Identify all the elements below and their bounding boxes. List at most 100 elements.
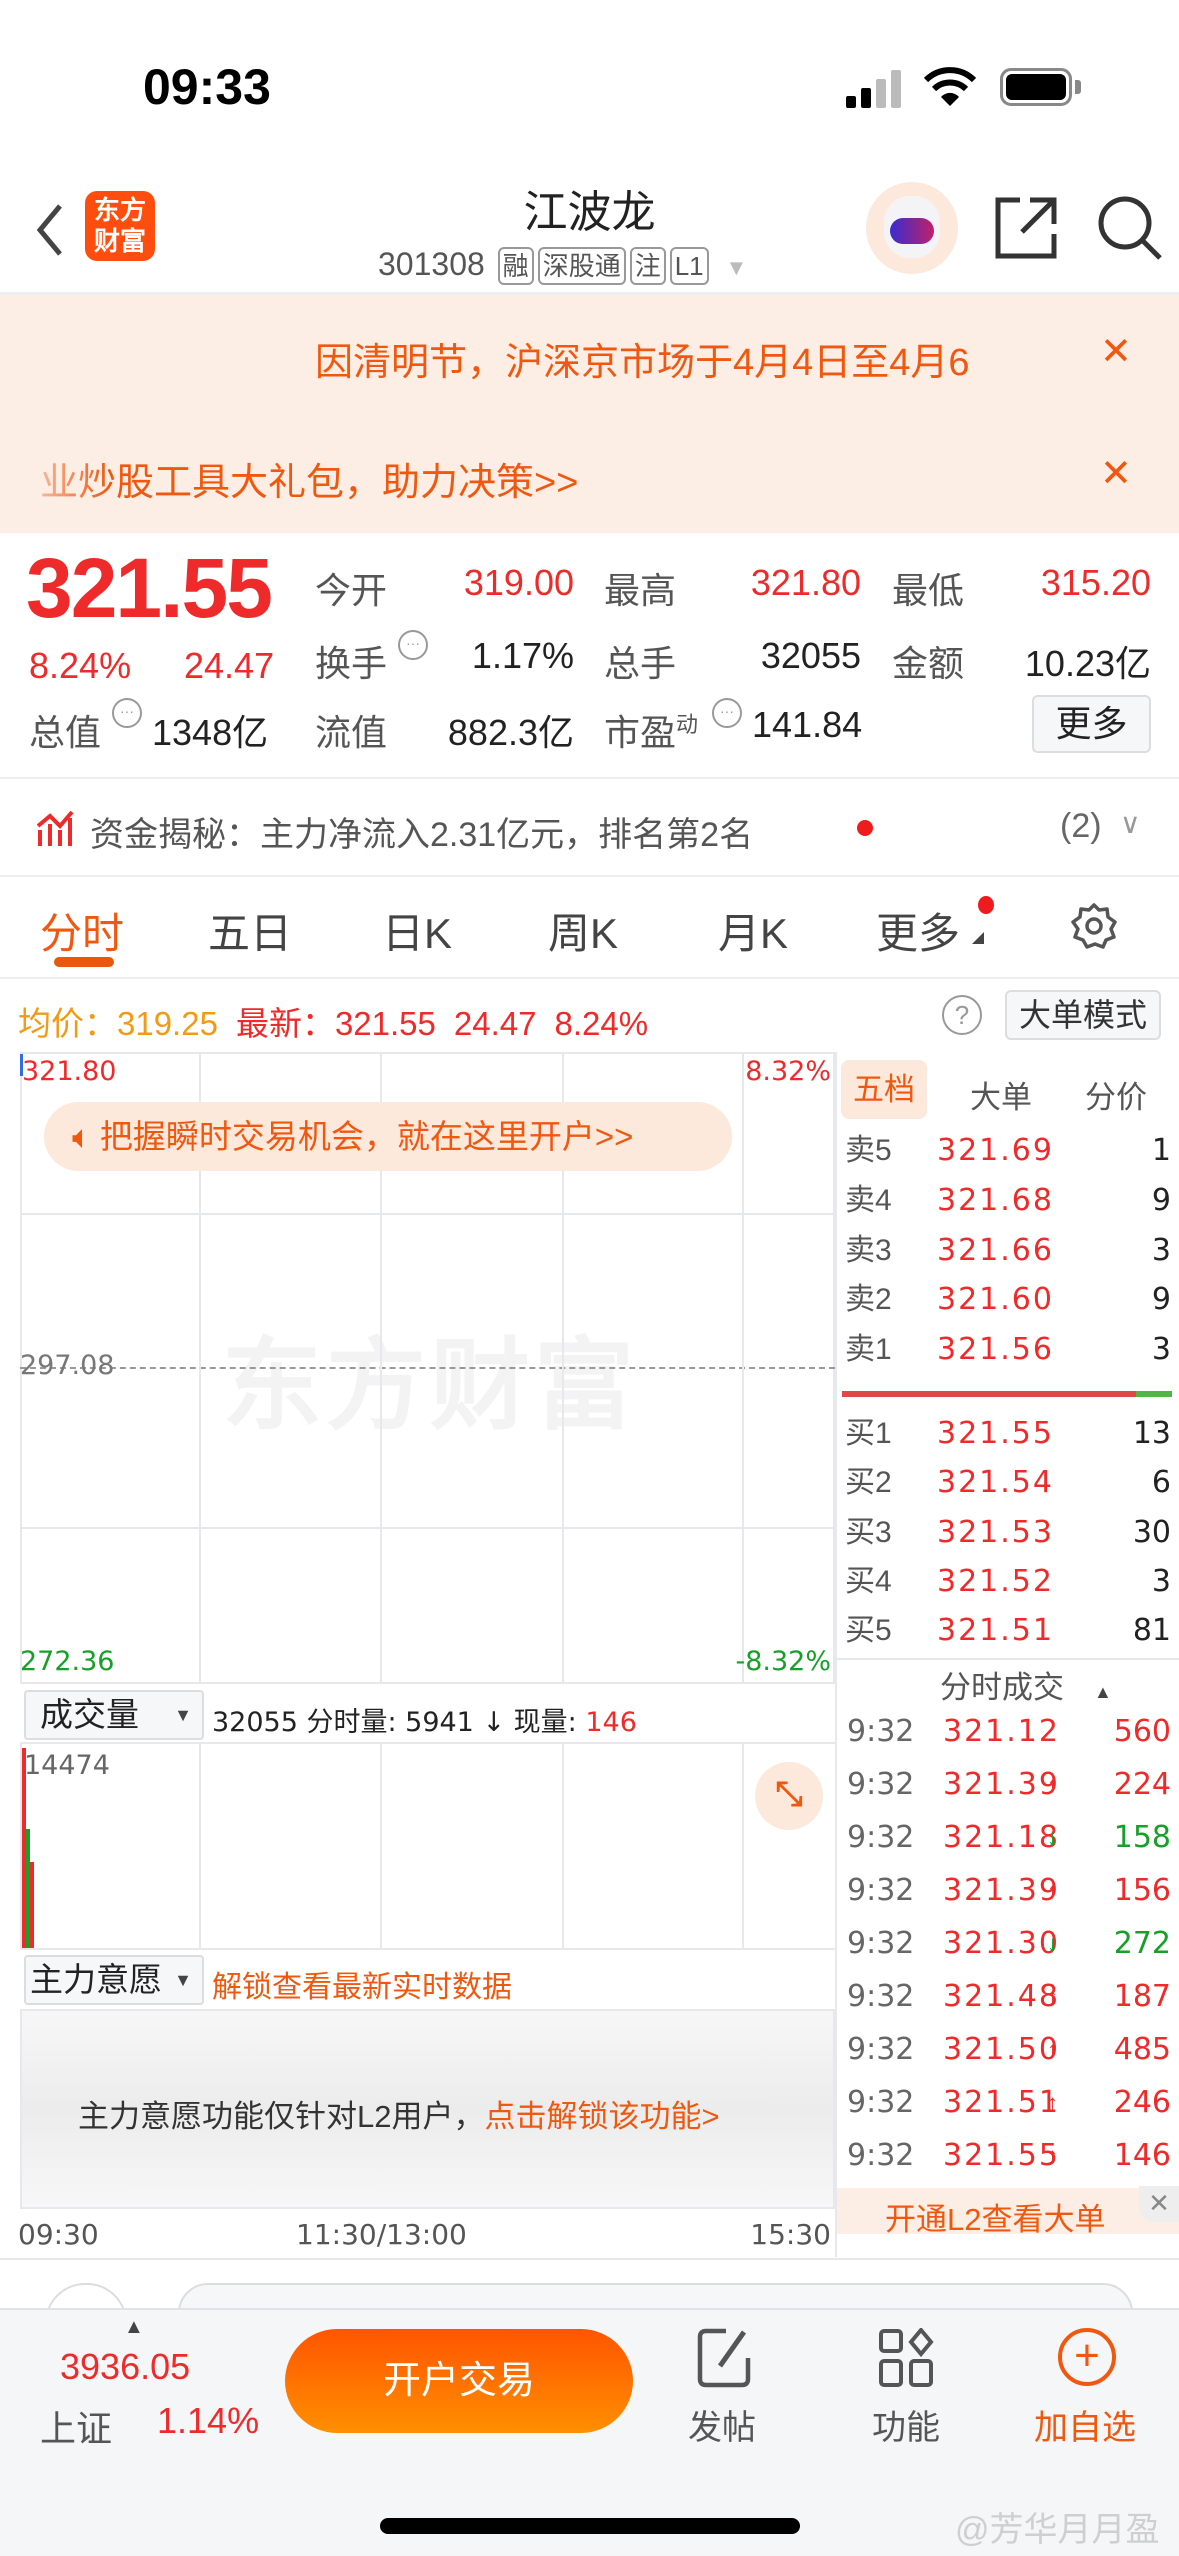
holiday-notice-text: 因清明节，沪深京市场于4月4日至4月6 [315,342,970,384]
stock-code-line[interactable]: 301308 融深股通注 L1 ▼ [378,244,747,288]
volume-value: 32055 [760,635,861,676]
l2-promo-bar[interactable]: 开通L2查看大单 ✕ [837,2186,1179,2237]
level-label: 卖5 [845,1134,892,1167]
open-account-trade-button[interactable]: 开户交易 [285,2329,633,2433]
main-force-selector[interactable]: 主力意愿 ▼ [24,1955,204,2005]
close-icon[interactable]: ✕ [1100,329,1132,374]
unlock-realtime-link[interactable]: 解锁查看最新实时数据 [212,1962,512,2006]
bid-row[interactable]: 买1 321.55 13 [835,1414,1179,1454]
bid-row[interactable]: 买4 321.52 3 [835,1562,1179,1602]
add-circle-icon: + [1058,2328,1116,2386]
grid-line [199,1742,201,1950]
order-book-tab-big-order[interactable]: 大单 [970,1072,1032,1117]
latest-value: 321.55 [334,1005,436,1042]
trade-row: 9:32 321.48 ↑ 187 [835,1977,1179,2017]
bid-row[interactable]: 买5 321.51 81 [835,1611,1179,1651]
search-icon[interactable] [1096,194,1164,262]
settings-gear-icon[interactable] [1070,902,1118,950]
level-qty: 9 [1151,1282,1171,1317]
close-icon[interactable]: ✕ [1139,2186,1179,2222]
level-label: 买4 [845,1565,892,1598]
edit-post-icon [697,2328,751,2388]
post-button[interactable]: 发帖 [688,2400,756,2449]
arrow-up-icon: ↑ [1047,2037,1058,2062]
add-to-watchlist-button[interactable]: 加自选 [1034,2400,1136,2449]
change-percent: 8.24% [29,645,132,686]
level-label: 卖4 [845,1184,892,1217]
order-book-tab-five-level[interactable]: 五档 [841,1060,927,1119]
volume-max-label: 14474 [24,1750,110,1781]
level-label: 卖1 [845,1333,892,1366]
ask-row[interactable]: 卖5 321.69 1 [835,1131,1179,1171]
volume-selector[interactable]: 成交量 ▼ [24,1690,204,1740]
holiday-notice-banner[interactable]: 因清明节，沪深京市场于4月4日至4月6 ✕ [0,295,1179,408]
expand-icon[interactable]: ⤡ [755,1762,823,1830]
new-dot [857,820,873,836]
level-price: 321.56 [937,1332,1054,1367]
trades-title[interactable]: 分时成交 ▲ [940,1662,1112,1707]
tab-more[interactable]: 更多 [876,900,960,961]
volume-label: 总手 [604,643,677,684]
market-cap-label: 总值 [29,712,102,753]
trade-price: 321.30 [943,1926,1060,1961]
amount-label: 金额 [892,643,965,684]
ask-row[interactable]: 卖4 321.68 9 [835,1181,1179,1221]
fund-flow-row[interactable]: 资金揭秘：主力净流入2.31亿元，排名第2名 (2) ∨ [0,780,1179,874]
trade-time: 9:32 [847,2032,915,2067]
trade-row: 9:32 321.12 560 [835,1712,1179,1752]
dropdown-triangle-icon [972,932,984,944]
trade-row: 9:32 321.50 ↑ 485 [835,2030,1179,2070]
level-price: 321.53 [937,1515,1054,1550]
robot-assistant-avatar[interactable] [866,182,958,274]
help-icon[interactable]: ? [942,995,982,1035]
latest-change-pct: 8.24% [554,1005,649,1042]
trade-volume: 187 [1113,1979,1171,2014]
chevron-down-icon[interactable]: ∨ [1120,807,1141,840]
big-order-mode-button[interactable]: 大单模式 [1005,990,1161,1040]
home-indicator [380,2518,800,2534]
info-icon[interactable]: ··· [712,698,742,728]
ask-row[interactable]: 卖2 321.60 9 [835,1280,1179,1320]
share-icon[interactable] [994,196,1058,260]
ask-row[interactable]: 卖1 321.56 3 [835,1330,1179,1370]
volume-info: 32055 分时量: 5941 ↓ 现量: 146 [212,1700,637,1739]
bid-row[interactable]: 买3 321.53 30 [835,1513,1179,1553]
index-value[interactable]: 3936.05 [60,2346,190,2388]
info-icon[interactable]: ··· [112,698,142,728]
tab-five-day[interactable]: 五日 [208,900,292,961]
tab-intraday[interactable]: 分时 [40,900,124,961]
bid-row[interactable]: 买2 321.54 6 [835,1463,1179,1503]
trade-time: 9:32 [847,1820,915,1855]
bid-ask-ratio-bar [842,1391,1172,1397]
promo-banner[interactable]: 业炒股工具大礼包，助力决策>> ✕ [0,408,1179,533]
more-button[interactable]: 更多 [1032,695,1151,753]
market-cap-value: 1348亿 [152,712,269,753]
trade-volume: 224 [1113,1767,1171,1802]
dropdown-triangle-icon: ▼ [174,1970,192,1990]
turnover-label: 换手 [315,643,388,684]
info-icon[interactable]: ··· [398,630,428,660]
functions-button[interactable]: 功能 [872,2400,940,2449]
trade-price: 321.39 [943,1767,1060,1802]
trade-time: 9:32 [847,1767,915,1802]
arrow-up-icon: ↑ [1047,1772,1058,1797]
trade-volume: 158 [1113,1820,1171,1855]
order-book-tab-price-dist[interactable]: 分价 [1085,1072,1147,1117]
trade-volume: 146 [1113,2138,1171,2173]
ask-row[interactable]: 卖3 321.66 3 [835,1231,1179,1271]
tag-margin: 融 [497,247,534,285]
tab-daily-k[interactable]: 日K [382,900,452,961]
level-label: 买2 [845,1466,892,1499]
tab-weekly-k[interactable]: 周K [548,900,618,961]
tab-monthly-k[interactable]: 月K [718,900,788,961]
level-qty: 1 [1151,1133,1171,1168]
new-dot [978,896,994,914]
open-account-ad-pill[interactable]: 🔈︎ 把握瞬时交易机会，就在这里开户>> [44,1102,732,1171]
close-icon[interactable]: ✕ [1100,451,1132,496]
volume-bar [30,1862,34,1948]
dropdown-triangle-icon: ▼ [725,255,748,280]
grid-line [562,1742,564,1950]
arrow-down-icon: ↓ [1047,1931,1058,1956]
ask-portion [842,1391,1136,1397]
unlock-feature-link[interactable]: 点击解锁该功能> [484,2099,719,2134]
